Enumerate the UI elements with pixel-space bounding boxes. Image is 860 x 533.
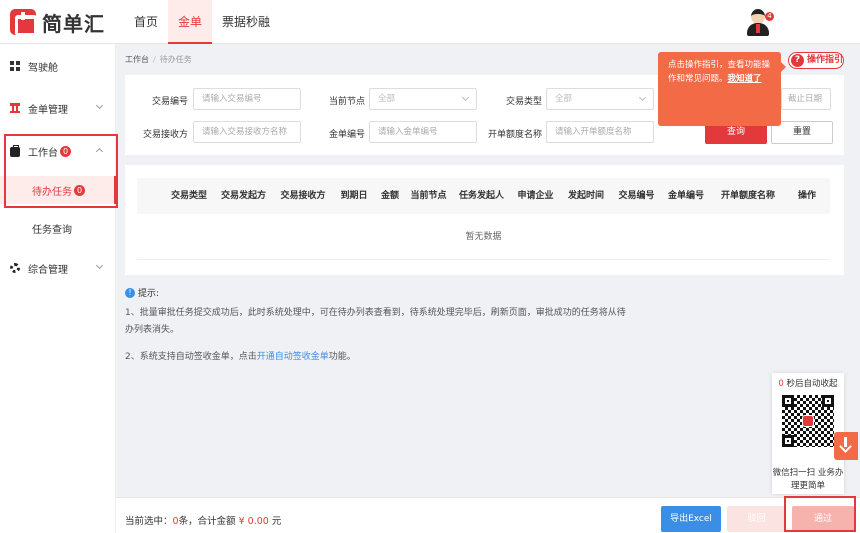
sidebar-item-label: 待办任务 bbox=[32, 186, 72, 198]
filter-label: 交易编号 bbox=[151, 97, 188, 107]
dismiss-link[interactable]: 我知道了 bbox=[728, 74, 762, 84]
chevron-down-icon bbox=[95, 101, 104, 110]
export-excel-button[interactable]: 导出Excel bbox=[661, 506, 721, 532]
sidebar: 驾驶舱 金单管理 工作台 0 待办任务 0 任务查询 综合管理 bbox=[0, 44, 116, 533]
sidebar-item-todo-tasks[interactable]: 待办任务 0 bbox=[0, 176, 116, 204]
sidebar-item-workbench[interactable]: 工作台 0 bbox=[0, 137, 116, 165]
sidebar-item-label: 工作台 bbox=[28, 147, 58, 159]
brand-name: 简单汇 bbox=[42, 11, 105, 36]
column-header: 交易接收方 bbox=[280, 191, 326, 201]
column-header: 金单编号 bbox=[667, 191, 704, 201]
column-header: 任务发起人 bbox=[458, 191, 504, 201]
column-header: 交易发起方 bbox=[220, 191, 266, 201]
breadcrumb-root[interactable]: 工作台 bbox=[125, 55, 149, 64]
table-header: 交易类型 交易发起方 交易接收方 到期日 金额 当前节点 任务发起人 申请企业 … bbox=[137, 178, 830, 214]
sidebar-item-jindan-manage[interactable]: 金单管理 bbox=[0, 94, 116, 122]
selection-summary: 当前选中：0条，合计金额 ¥ 0.00 元 bbox=[125, 516, 282, 527]
column-header: 交易类型 bbox=[170, 191, 207, 201]
filter-label: 交易类型 bbox=[505, 97, 542, 107]
approve-button[interactable]: 通过 bbox=[792, 506, 854, 532]
brand-logo[interactable]: 简单汇 bbox=[10, 8, 105, 36]
sidebar-item-task-query[interactable]: 任务查询 bbox=[0, 214, 116, 242]
dashboard-icon bbox=[10, 61, 20, 71]
qr-caption: 微信扫一扫 业务办理更简单 bbox=[772, 468, 844, 491]
sidebar-item-general-manage[interactable]: 综合管理 bbox=[0, 254, 116, 282]
logo-icon bbox=[10, 9, 37, 36]
chevron-up-icon bbox=[95, 147, 104, 156]
trade-type-select[interactable]: 全部 bbox=[546, 88, 654, 110]
chevron-down-icon bbox=[461, 93, 470, 102]
jindan-no-input[interactable]: 请输入金单编号 bbox=[369, 121, 477, 143]
top-nav: 首页 金单 票据秒融 bbox=[124, 0, 280, 44]
sidebar-item-dashboard[interactable]: 驾驶舱 bbox=[0, 52, 116, 80]
filter-label: 当前节点 bbox=[328, 97, 365, 107]
column-header: 金额 bbox=[380, 191, 399, 201]
count-badge: 0 bbox=[60, 145, 71, 157]
column-header: 申请企业 bbox=[517, 191, 554, 201]
column-header: 发起时间 bbox=[567, 191, 604, 201]
chevron-down-icon bbox=[638, 93, 647, 102]
tip-text: 2、系统支持自动签收金单，点击开通自动签收金单功能。 bbox=[125, 352, 356, 362]
filter-label: 开单额度名称 bbox=[488, 130, 543, 140]
tips-heading: ! 提示: bbox=[125, 286, 159, 299]
credit-name-input[interactable]: 请输入开单额度名称 bbox=[546, 121, 654, 143]
help-icon: ? bbox=[791, 54, 804, 67]
sidebar-item-label: 驾驶舱 bbox=[28, 62, 58, 74]
sidebar-item-label: 任务查询 bbox=[32, 224, 72, 236]
filter-label: 金单编号 bbox=[328, 130, 365, 140]
count-badge: 0 bbox=[74, 184, 85, 196]
sidebar-item-label: 综合管理 bbox=[28, 264, 68, 276]
reject-button[interactable]: 驳回 bbox=[727, 506, 786, 532]
tip-text: 1、批量审批任务提交成功后，此时系统处理中，可在待办列表查看到，待系统处理完毕后… bbox=[125, 308, 626, 335]
column-header: 交易编号 bbox=[618, 191, 655, 201]
sidebar-item-label: 金单管理 bbox=[28, 104, 68, 116]
chevron-down-icon bbox=[95, 261, 104, 270]
end-date-input[interactable]: 截止日期 bbox=[781, 88, 831, 110]
trade-no-input[interactable]: 请输入交易编号 bbox=[193, 88, 301, 110]
column-header: 当前节点 bbox=[410, 191, 447, 201]
qr-logo-icon bbox=[802, 415, 814, 427]
gear-icon bbox=[10, 263, 20, 273]
receiver-input[interactable]: 请输入交易接收方名称 bbox=[193, 121, 301, 143]
top-bar: 简单汇 首页 金单 票据秒融 4 bbox=[0, 0, 860, 44]
guide-button[interactable]: ? 操作指引 bbox=[788, 52, 844, 69]
nav-home[interactable]: 首页 bbox=[124, 0, 168, 44]
breadcrumb: 工作台 / 待办任务 bbox=[125, 55, 192, 64]
guide-tooltip: 点击操作指引，查看功能操作和常见问题。我知道了 bbox=[658, 52, 786, 126]
nav-jindan[interactable]: 金单 bbox=[168, 0, 213, 44]
nav-bill-finance[interactable]: 票据秒融 bbox=[212, 0, 280, 44]
notification-badge: 4 bbox=[765, 12, 774, 21]
download-icon[interactable] bbox=[834, 432, 858, 460]
info-icon: ! bbox=[125, 287, 135, 298]
filter-label: 交易接收方 bbox=[142, 130, 188, 140]
column-header: 开单额度名称 bbox=[720, 191, 775, 201]
qr-countdown: 0 秒后自动收起 bbox=[778, 379, 838, 389]
node-select[interactable]: 全部 bbox=[369, 88, 477, 110]
bank-icon bbox=[10, 103, 20, 113]
column-header: 操作 bbox=[797, 191, 816, 201]
column-header: 到期日 bbox=[340, 191, 368, 201]
auto-sign-link[interactable]: 开通自动签收金单 bbox=[257, 352, 329, 362]
briefcase-icon bbox=[10, 145, 20, 157]
empty-state: 暂无数据 bbox=[137, 214, 830, 260]
breadcrumb-current: 待办任务 bbox=[159, 55, 192, 64]
